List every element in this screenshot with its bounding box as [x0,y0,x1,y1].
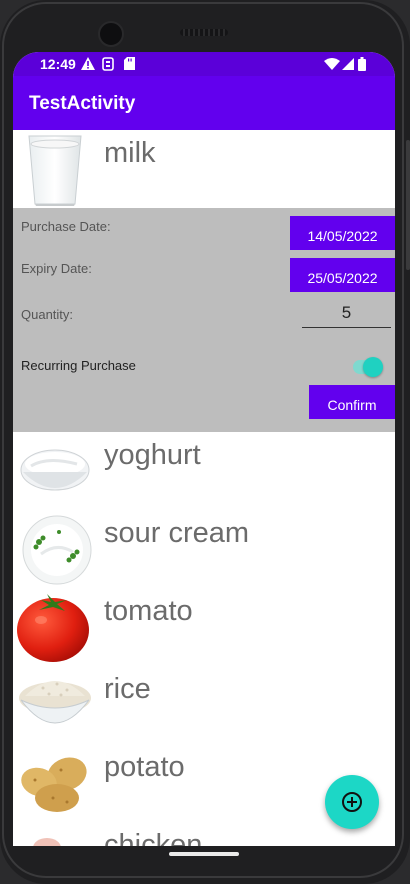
list-item-sour-cream[interactable]: sour cream [13,510,395,588]
item-name: chicken [104,829,203,846]
power-button [406,140,410,270]
chicken-image [17,824,93,846]
purchase-date-label: Purchase Date: [21,219,111,234]
front-camera [98,21,124,47]
wifi-icon [324,58,340,73]
item-name: potato [104,751,185,783]
cellular-signal-icon [342,58,354,73]
sd-card-icon [124,57,135,73]
milk-image [17,132,93,206]
home-gesture-bar[interactable] [169,852,239,856]
list-item-yoghurt[interactable]: yoghurt [13,432,395,510]
list-item-rice[interactable]: rice [13,666,395,744]
sync-icon [102,57,114,74]
battery-icon [358,57,366,74]
purchase-detail-panel: Purchase Date: 14/05/2022 Expiry Date: 2… [13,208,395,432]
expiry-date-label: Expiry Date: [21,261,92,276]
earpiece-speaker [180,29,228,36]
recurring-purchase-label: Recurring Purchase [21,358,136,373]
item-name: tomato [104,595,193,627]
rice-image [17,668,93,742]
list-item-tomato[interactable]: tomato [13,588,395,666]
app-bar: TestActivity [13,76,395,130]
item-name: milk [104,137,156,169]
item-name: sour cream [104,517,250,549]
quantity-input[interactable]: 5 [302,303,391,328]
expiry-date-button[interactable]: 25/05/2022 [290,258,395,292]
app-title: TestActivity [29,93,136,114]
status-time: 12:49 [40,56,76,72]
item-name: yoghurt [104,439,201,471]
screen: 12:49 TestActivity milk Purchase Date: 1… [13,52,395,846]
list-item-milk[interactable]: milk [13,130,395,208]
potato-image [17,746,93,820]
confirm-button[interactable]: Confirm [309,385,395,419]
item-name: rice [104,673,151,705]
add-item-fab[interactable] [325,775,379,829]
add-circle-icon [342,792,362,812]
purchase-date-button[interactable]: 14/05/2022 [290,216,395,250]
toggle-thumb [363,357,383,377]
sour-cream-image [17,512,93,586]
status-bar: 12:49 [13,52,395,76]
item-list: milk Purchase Date: 14/05/2022 Expiry Da… [13,130,395,846]
yoghurt-image [17,434,93,508]
quantity-label: Quantity: [21,307,74,322]
tomato-image [17,590,93,664]
warning-icon [81,57,95,73]
